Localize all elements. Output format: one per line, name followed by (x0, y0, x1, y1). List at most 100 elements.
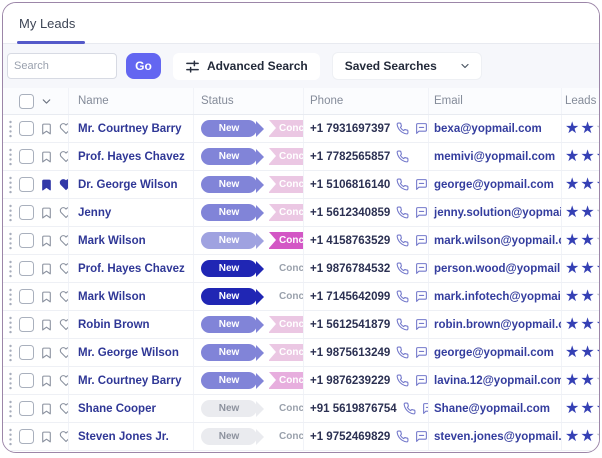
bookmark-icon[interactable] (40, 150, 53, 164)
lead-name[interactable]: Mark Wilson (78, 291, 146, 303)
lead-email[interactable]: memivi@yopmail.com (434, 151, 555, 163)
row-checkbox[interactable] (19, 345, 34, 360)
header-phone[interactable]: Phone (303, 88, 428, 114)
header-leads-score[interactable]: Leads Score (561, 88, 599, 114)
star-icon[interactable]: ★ (565, 372, 579, 389)
star-icon[interactable]: ★ (580, 288, 594, 305)
phone-icon[interactable] (396, 262, 409, 275)
heart-icon[interactable] (59, 150, 68, 163)
star-icon[interactable]: ☆ (596, 204, 599, 221)
heart-icon[interactable] (59, 178, 68, 191)
phone-icon[interactable] (396, 374, 409, 387)
drag-handle-icon[interactable] (8, 372, 13, 390)
lead-email[interactable]: lavina.12@yopmail.com (434, 375, 561, 387)
status-stage-next[interactable]: Concepts (269, 176, 303, 193)
sms-icon[interactable] (415, 178, 428, 191)
lead-name[interactable]: Mark Wilson (78, 235, 146, 247)
heart-icon[interactable] (59, 206, 68, 219)
sms-icon[interactable] (415, 374, 428, 387)
star-icon[interactable]: ★ (565, 204, 579, 221)
lead-name[interactable]: Steven Jones Jr. (78, 431, 169, 443)
star-icon[interactable]: ★ (565, 288, 579, 305)
bookmark-icon[interactable] (40, 318, 53, 332)
sms-icon[interactable] (415, 318, 428, 331)
bookmark-icon[interactable] (40, 234, 53, 248)
bookmark-icon[interactable] (40, 262, 53, 276)
lead-email[interactable]: george@yopmail.com (434, 179, 554, 191)
star-icon[interactable]: ★ (596, 400, 599, 417)
header-email[interactable]: Email (428, 88, 561, 114)
status-stage-next[interactable]: Concepts (269, 120, 303, 137)
bookmark-icon[interactable] (40, 290, 53, 304)
star-icon[interactable]: ★ (580, 428, 594, 445)
star-icon[interactable]: ★ (565, 428, 579, 445)
heart-icon[interactable] (59, 234, 68, 247)
lead-name[interactable]: Mr. Courtney Barry (78, 375, 182, 387)
row-checkbox[interactable] (19, 149, 34, 164)
status-stage-new[interactable]: New (201, 260, 257, 277)
row-checkbox[interactable] (19, 205, 34, 220)
status-stage-next[interactable]: Concepts (269, 260, 303, 277)
lead-email[interactable]: robin.brown@yopmail.com (434, 319, 561, 331)
star-icon[interactable]: ★ (565, 120, 579, 137)
phone-icon[interactable] (403, 402, 416, 415)
row-checkbox[interactable] (19, 317, 34, 332)
heart-icon[interactable] (59, 402, 68, 415)
star-icon[interactable]: ★ (580, 232, 594, 249)
phone-icon[interactable] (396, 234, 409, 247)
status-stage-new[interactable]: New (201, 372, 257, 389)
star-icon[interactable]: ★ (565, 344, 579, 361)
star-icon[interactable]: ★ (580, 120, 594, 137)
lead-name[interactable]: Prof. Hayes Chavez (78, 263, 185, 275)
lead-email[interactable]: george@yopmail.com (434, 347, 554, 359)
status-stage-new[interactable]: New (201, 204, 257, 221)
row-checkbox[interactable] (19, 289, 34, 304)
star-icon[interactable]: ★ (580, 204, 594, 221)
status-stage-new[interactable]: New (201, 344, 257, 361)
heart-icon[interactable] (59, 290, 68, 303)
header-name[interactable]: Name (68, 88, 193, 114)
sms-icon[interactable] (415, 206, 428, 219)
row-checkbox[interactable] (19, 177, 34, 192)
row-checkbox[interactable] (19, 121, 34, 136)
sms-icon[interactable] (415, 346, 428, 359)
bookmark-icon[interactable] (40, 430, 53, 444)
phone-icon[interactable] (396, 178, 409, 191)
lead-email[interactable]: Shane@yopmail.com (434, 403, 550, 415)
drag-handle-icon[interactable] (8, 120, 13, 138)
status-stage-next[interactable]: Concepts (269, 344, 303, 361)
status-stage-new[interactable]: New (201, 428, 257, 445)
lead-email[interactable]: steven.jones@yopmail.com (434, 431, 561, 443)
saved-searches-dropdown[interactable]: Saved Searches (331, 52, 482, 80)
drag-handle-icon[interactable] (8, 428, 13, 446)
phone-icon[interactable] (396, 318, 409, 331)
status-stage-next[interactable]: Concepts (269, 400, 303, 417)
lead-email[interactable]: jenny.solution@yopmail.com (434, 207, 561, 219)
lead-email[interactable]: mark.infotech@yopmail.com (434, 291, 561, 303)
search-input[interactable] (7, 53, 117, 79)
status-stage-new[interactable]: New (201, 120, 257, 137)
lead-email[interactable]: mark.wilson@yopmail.com (434, 235, 561, 247)
phone-icon[interactable] (396, 122, 409, 135)
row-checkbox[interactable] (19, 401, 34, 416)
sms-icon[interactable] (415, 430, 428, 443)
star-icon[interactable]: ★ (565, 176, 579, 193)
drag-handle-icon[interactable] (8, 288, 13, 306)
sms-icon[interactable] (415, 122, 428, 135)
sms-icon[interactable] (415, 234, 428, 247)
star-icon[interactable]: ★ (565, 148, 579, 165)
star-icon[interactable]: ★ (580, 372, 594, 389)
phone-icon[interactable] (396, 346, 409, 359)
status-stage-new[interactable]: New (201, 232, 257, 249)
star-icon[interactable]: ★ (580, 260, 594, 277)
drag-handle-icon[interactable] (8, 148, 13, 166)
phone-icon[interactable] (396, 150, 409, 163)
lead-name[interactable]: Mr. Courtney Barry (78, 123, 182, 135)
row-checkbox[interactable] (19, 233, 34, 248)
go-button[interactable]: Go (126, 53, 161, 79)
heart-icon[interactable] (59, 262, 68, 275)
drag-handle-icon[interactable] (8, 204, 13, 222)
bookmark-icon[interactable] (40, 206, 53, 220)
heart-icon[interactable] (59, 374, 68, 387)
bookmark-icon[interactable] (40, 374, 53, 388)
